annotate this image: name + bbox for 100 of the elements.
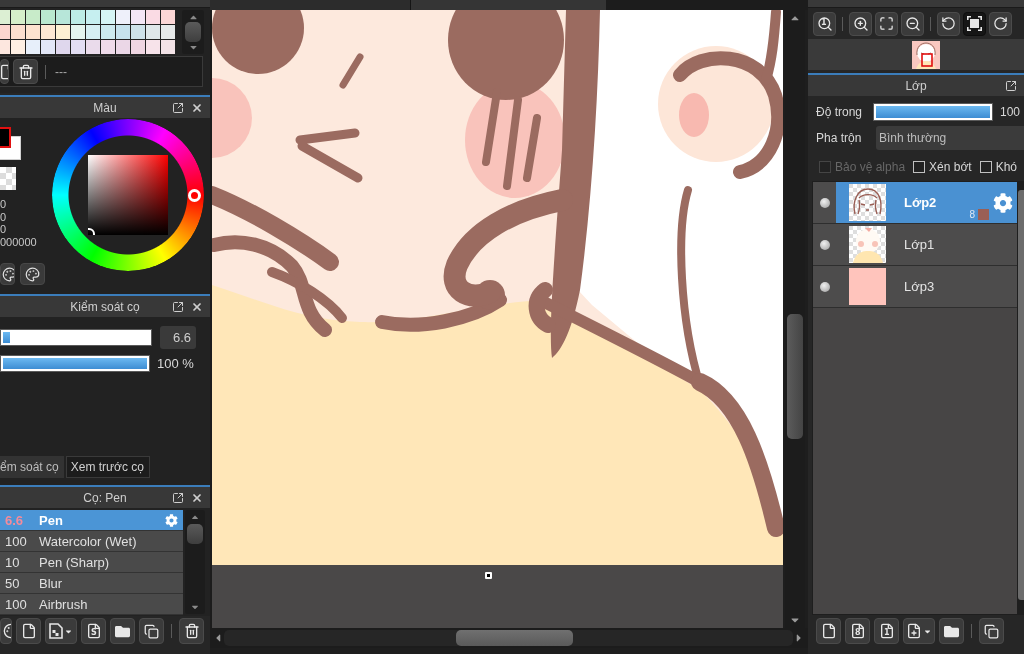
panel-tab[interactable]: ểm soát cọ xyxy=(0,456,64,478)
layer-item[interactable]: Lớp1 xyxy=(813,224,1017,266)
scrollbar-thumb[interactable] xyxy=(187,524,203,544)
color-swatch[interactable] xyxy=(26,40,40,54)
color-swatch[interactable] xyxy=(101,10,115,24)
duplicate-button[interactable] xyxy=(979,618,1004,644)
close-icon[interactable] xyxy=(191,300,203,313)
delete-button[interactable] xyxy=(13,59,38,84)
scrollbar-thumb[interactable] xyxy=(185,22,201,42)
color-swatch[interactable] xyxy=(161,40,175,54)
color-swatch[interactable] xyxy=(146,10,160,24)
color-swatch[interactable] xyxy=(161,10,175,24)
fill-screen-button[interactable] xyxy=(963,11,986,36)
color-swatch[interactable] xyxy=(146,25,160,39)
color-swatch[interactable] xyxy=(56,40,70,54)
layer-type-button[interactable]: 1 xyxy=(874,618,899,644)
close-icon[interactable] xyxy=(191,491,203,504)
close-icon[interactable] xyxy=(191,101,203,114)
color-swatch[interactable] xyxy=(71,25,85,39)
blend-mode-dropdown[interactable]: Bình thường xyxy=(876,126,1024,150)
zoom-out-button[interactable] xyxy=(901,11,924,36)
layer-item[interactable]: Lớp3 xyxy=(813,266,1017,308)
color-swatch[interactable] xyxy=(56,10,70,24)
new-file-button[interactable] xyxy=(16,618,41,644)
size-input[interactable]: 6.6 xyxy=(160,326,196,349)
file-button[interactable] xyxy=(0,59,9,84)
file-icon xyxy=(20,623,37,639)
color-swatch[interactable] xyxy=(86,40,100,54)
script-button[interactable]: S xyxy=(81,618,106,644)
settings-icon[interactable] xyxy=(165,513,178,527)
visibility-dot-icon[interactable] xyxy=(819,281,830,292)
color-swatch[interactable] xyxy=(41,25,55,39)
brush-item[interactable]: 50 Blur xyxy=(0,573,183,594)
color-swatch[interactable] xyxy=(146,40,160,54)
color-swatch[interactable] xyxy=(26,25,40,39)
folder-button[interactable] xyxy=(939,618,964,644)
scrollbar[interactable] xyxy=(182,10,204,54)
duplicate-button[interactable] xyxy=(139,618,164,644)
scrollbar-thumb[interactable] xyxy=(787,314,803,439)
color-swatch[interactable] xyxy=(56,25,70,39)
color-swatch[interactable] xyxy=(161,25,175,39)
folder-button[interactable] xyxy=(110,618,135,644)
scrollbar-thumb[interactable] xyxy=(456,630,573,646)
brush-item[interactable]: 100 Airbrush xyxy=(0,594,183,615)
add-layer-button[interactable] xyxy=(903,618,935,644)
transparent-swatch-icon[interactable] xyxy=(0,167,16,190)
checkbox[interactable] xyxy=(979,160,992,173)
color-swatch[interactable] xyxy=(101,25,115,39)
color-swatch[interactable] xyxy=(71,10,85,24)
color-swatch[interactable] xyxy=(116,10,130,24)
color-swatch[interactable] xyxy=(131,40,145,54)
color-swatch[interactable] xyxy=(26,10,40,24)
pop-out-icon[interactable] xyxy=(172,300,184,313)
color-swatch[interactable] xyxy=(11,40,25,54)
rotate-left-button[interactable] xyxy=(937,11,960,36)
palette-button[interactable] xyxy=(20,263,45,285)
scrollbar[interactable] xyxy=(185,510,205,614)
pop-out-icon[interactable] xyxy=(172,101,184,114)
delete-button[interactable] xyxy=(179,618,204,644)
layer-type-button[interactable]: 8 xyxy=(845,618,870,644)
add-brush-button[interactable] xyxy=(45,618,77,644)
color-swatch[interactable] xyxy=(116,25,130,39)
settings-icon[interactable] xyxy=(993,192,1013,213)
color-swatch[interactable] xyxy=(131,10,145,24)
panel-tab[interactable]: Xem trước cọ xyxy=(65,456,150,478)
visibility-dot-icon[interactable] xyxy=(819,239,830,250)
pop-out-icon[interactable] xyxy=(172,491,184,504)
color-swatch[interactable] xyxy=(11,10,25,24)
color-swatch[interactable] xyxy=(101,40,115,54)
fit-button[interactable] xyxy=(875,11,898,36)
color-swatch[interactable] xyxy=(86,25,100,39)
checkbox[interactable] xyxy=(913,160,926,173)
color-swatch[interactable] xyxy=(41,40,55,54)
new-file-button[interactable] xyxy=(816,618,841,644)
color-swatch[interactable] xyxy=(0,25,10,39)
viewport-frame[interactable] xyxy=(921,52,933,67)
visibility-dot-icon[interactable] xyxy=(819,197,830,208)
blend-mode-label: Pha trộn xyxy=(816,131,863,145)
foreground-color-swatch[interactable] xyxy=(0,127,11,148)
color-swatch[interactable] xyxy=(0,10,10,24)
tool-button[interactable] xyxy=(0,618,12,644)
brush-item[interactable]: 100 Watercolor (Wet) xyxy=(0,531,183,552)
color-swatch[interactable] xyxy=(116,40,130,54)
zoom-in-button[interactable] xyxy=(849,11,872,36)
color-swatch[interactable] xyxy=(71,40,85,54)
color-swatch[interactable] xyxy=(0,40,10,54)
rotate-right-button[interactable] xyxy=(989,11,1012,36)
color-swatch[interactable] xyxy=(131,25,145,39)
saturation-value-square[interactable] xyxy=(88,155,168,235)
bit-depth-label: 8 xyxy=(969,209,975,220)
hue-handle[interactable] xyxy=(188,189,201,202)
color-swatch[interactable] xyxy=(11,25,25,39)
pop-out-icon[interactable] xyxy=(1005,79,1017,92)
brush-size-slider[interactable] xyxy=(0,329,152,346)
background-color-swatch[interactable] xyxy=(0,127,21,160)
palette-button[interactable] xyxy=(0,263,15,285)
layer-thumbnail xyxy=(849,226,886,263)
brush-item[interactable]: 10 Pen (Sharp) xyxy=(0,552,183,573)
color-swatch[interactable] xyxy=(41,10,55,24)
color-swatch[interactable] xyxy=(86,10,100,24)
